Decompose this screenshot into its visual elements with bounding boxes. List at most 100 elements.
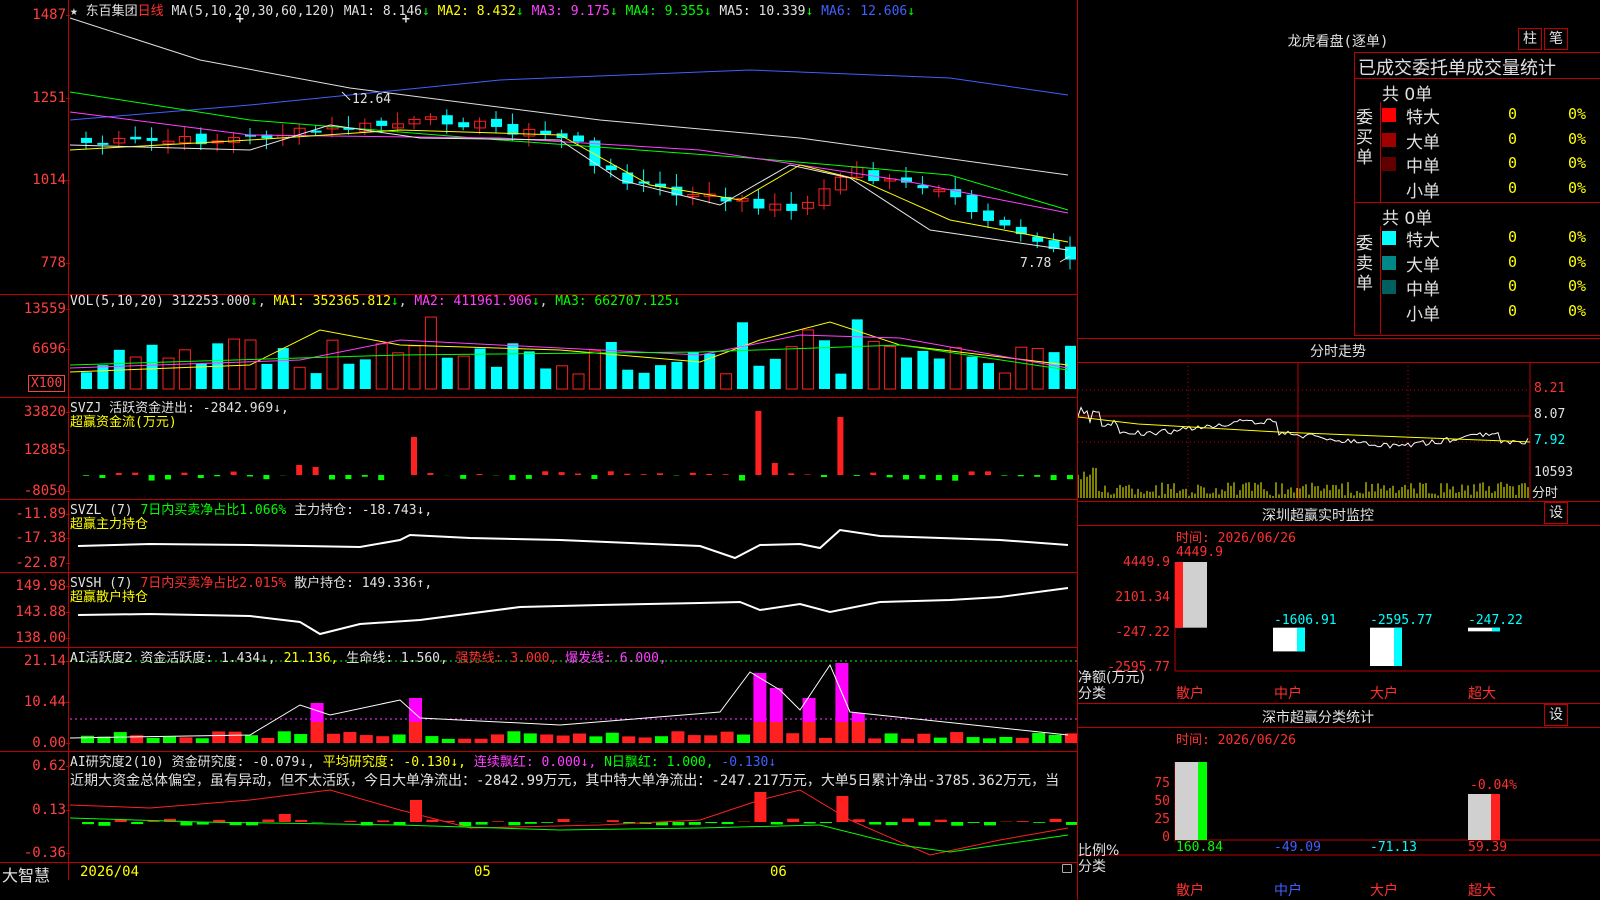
monitor-value-label: 4449.9: [1176, 545, 1223, 560]
order-size-label: 大单: [1406, 255, 1440, 276]
research-bar: [114, 819, 127, 822]
ma-line: [69, 69, 1069, 121]
volume-bar: [326, 339, 339, 390]
monitor-y-tick: 4449.9: [1123, 555, 1170, 570]
flow-bar: [181, 472, 188, 475]
order-size-label: 大单: [1406, 132, 1440, 153]
candle-body: [753, 198, 765, 209]
star-icon[interactable]: ★: [70, 4, 78, 19]
activity-bar: [1032, 732, 1046, 743]
volume-bar: [572, 373, 585, 390]
flow-bar: [230, 471, 237, 475]
volume-bar: [375, 343, 388, 390]
research-bar: [278, 814, 291, 822]
activity-bar: [392, 734, 406, 743]
research-bar: [344, 820, 357, 822]
volume-bar: [835, 373, 847, 389]
flow-bar: [771, 463, 778, 475]
monitor-settings-button[interactable]: 设: [1544, 502, 1568, 524]
period-label[interactable]: 日线: [138, 4, 164, 19]
volume-bar: [753, 365, 765, 389]
flow-bar: [525, 475, 532, 479]
y-tick: 1251: [0, 90, 70, 106]
flow-bar: [739, 475, 745, 481]
stock-name[interactable]: 东百集团: [86, 4, 138, 19]
candle-body: [983, 210, 994, 221]
stats-value: -71.13: [1370, 840, 1417, 855]
ai2-strong-line: 强势线: 3.000,: [455, 651, 558, 666]
activity-bar: [523, 733, 537, 743]
activity-bar: [163, 736, 176, 743]
svzj-subtitle: 超赢资金流(万元): [70, 415, 177, 430]
research-bar: [721, 822, 734, 825]
research-bar: [951, 822, 964, 826]
activity-bar: [491, 734, 504, 743]
flow-bar: [165, 475, 171, 480]
activity-bar: [605, 732, 619, 743]
order-count: 0: [1508, 154, 1518, 172]
activity-bar: [835, 722, 849, 743]
activity-bar: [933, 737, 947, 743]
intraday-chart[interactable]: [1078, 362, 1600, 502]
stats-settings-button[interactable]: 设: [1544, 704, 1568, 726]
volume-bar: [343, 363, 355, 389]
flow-bar: [706, 473, 713, 475]
volume-bar: [162, 357, 175, 390]
activity-bar: [901, 738, 914, 743]
flow-bar: [640, 474, 647, 475]
research-bar: [475, 822, 488, 825]
activity-bar: [884, 733, 898, 743]
y-tick: 0.62: [0, 758, 70, 774]
bar-view-button[interactable]: 柱: [1518, 28, 1542, 50]
research-bar: [787, 818, 800, 822]
y-tick: 1014: [0, 172, 70, 188]
research-bar: [410, 800, 422, 822]
activity-bar: [1015, 737, 1029, 743]
ma-params: MA(5,10,20,30,60,120): [171, 4, 336, 19]
flow-bar: [903, 475, 909, 480]
activity-bar: [212, 731, 226, 743]
candle-body: [146, 137, 158, 141]
tick-view-button[interactable]: 笔: [1544, 28, 1568, 50]
volume-bar: [933, 358, 945, 389]
order-size-label: 小单: [1406, 304, 1440, 325]
lock-icon[interactable]: [1062, 864, 1072, 873]
volume-bar: [540, 368, 552, 389]
candle-body: [573, 135, 584, 142]
flow-bar: [952, 475, 959, 481]
activity-bar: [540, 734, 554, 743]
ai2-lifeline: 生命线: 1.560,: [346, 651, 448, 666]
order-percent: 0%: [1568, 252, 1587, 271]
research-bar: [295, 819, 308, 822]
research-bar: [1033, 822, 1046, 823]
flow-bar: [460, 475, 467, 479]
research-bar: [705, 822, 718, 824]
research-bar: [557, 819, 570, 822]
volume-bar: [867, 341, 880, 390]
sz-stats-title: 深市超赢分类统计: [1262, 710, 1374, 726]
candle-body: [130, 136, 142, 140]
intraday-tab[interactable]: 分时: [1532, 482, 1558, 501]
activity-bar: [638, 737, 652, 743]
main-chart-canvas[interactable]: [0, 0, 1077, 880]
chart-area[interactable]: ★ 东百集团日线 MA(5,10,20,30,60,120) MA1: 8.14…: [0, 0, 1078, 900]
activity-bar: [327, 733, 340, 743]
volume-bar: [556, 365, 569, 390]
research-bar: [984, 822, 996, 826]
stats-value: 160.84: [1176, 840, 1223, 855]
volume-bar: [720, 373, 733, 390]
volume-bar: [97, 365, 109, 389]
ai-research-avg: 平均研究度: -0.130↓,: [322, 755, 466, 770]
activity-bar: [507, 731, 521, 743]
volume-bar: [901, 357, 912, 389]
volume-bar: [622, 369, 634, 389]
order-count: 0: [1508, 105, 1518, 123]
monitor-bar-edge: [1175, 562, 1183, 628]
volume-bar: [523, 351, 535, 389]
volume-bar: [802, 329, 815, 390]
volume-bar: [81, 372, 92, 389]
volume-bar: [588, 350, 601, 390]
y-tick: -8050: [0, 483, 70, 499]
y-tick: 1487: [0, 7, 70, 23]
volume-bar: [605, 341, 617, 389]
